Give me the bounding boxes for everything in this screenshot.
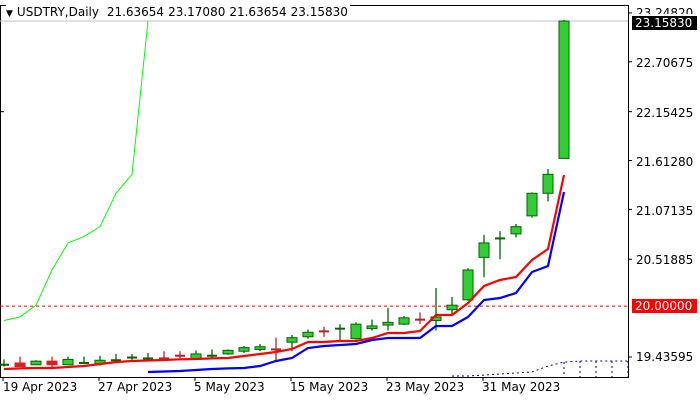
candle-bull [462,269,474,301]
candle-bull [222,349,234,355]
candle-bull [478,242,490,258]
y-tick-label: 23.24820 [636,6,694,14]
y-tick-label: 22.70675 [636,56,694,70]
chart-title: ▼ USDTRY,Daily 21.63654 23.17080 21.63654 23… [6,5,350,19]
candle-bull [542,173,554,194]
symbol-label: USDTRY,Daily [16,5,99,19]
candle-bull [286,337,298,343]
x-tick-label: 15 May 2023 [290,380,369,394]
low-value: 21.63654 [229,5,287,19]
close-value: 23.15830 [290,5,348,19]
candle-bull [62,358,74,366]
y-tick-label: 19.43595 [636,350,694,364]
candle-bull [190,353,202,359]
x-tick-label: 19 Apr 2023 [3,380,78,394]
candle-bull [366,325,378,330]
candle-bull [30,360,42,366]
open-value: 21.63654 [106,5,165,19]
plot-frame [0,5,629,378]
price-chart[interactable] [0,0,700,400]
candle-bull [526,192,538,217]
candle-bull [238,347,250,352]
x-tick-label: 27 Apr 2023 [98,380,173,394]
y-tick-label: 20.51885 [636,253,694,267]
candle-bear [46,360,58,366]
y-tick-label: 21.07135 [636,204,694,218]
x-tick-label: 23 May 2023 [386,380,465,394]
candle-bull [302,331,314,338]
candle-bull [446,304,458,311]
high-value: 23.17080 [168,5,226,19]
candle-bull [510,226,522,235]
candle-bull [254,346,266,350]
candle-bull [382,321,394,326]
candle-bear [14,362,26,368]
x-tick-label: 31 May 2023 [482,380,561,394]
current-price-tag: 23.15830 [632,16,697,30]
y-tick-label: 21.61280 [636,155,694,169]
y-tick-label: 22.15425 [636,106,694,120]
candle-bull [558,20,570,159]
candle-bull [398,317,410,325]
x-tick-label: 5 May 2023 [194,380,265,394]
dropdown-triangle-icon[interactable]: ▼ [6,9,13,19]
level-price-tag: 20.00000 [632,299,697,313]
candle-bull [350,323,362,340]
